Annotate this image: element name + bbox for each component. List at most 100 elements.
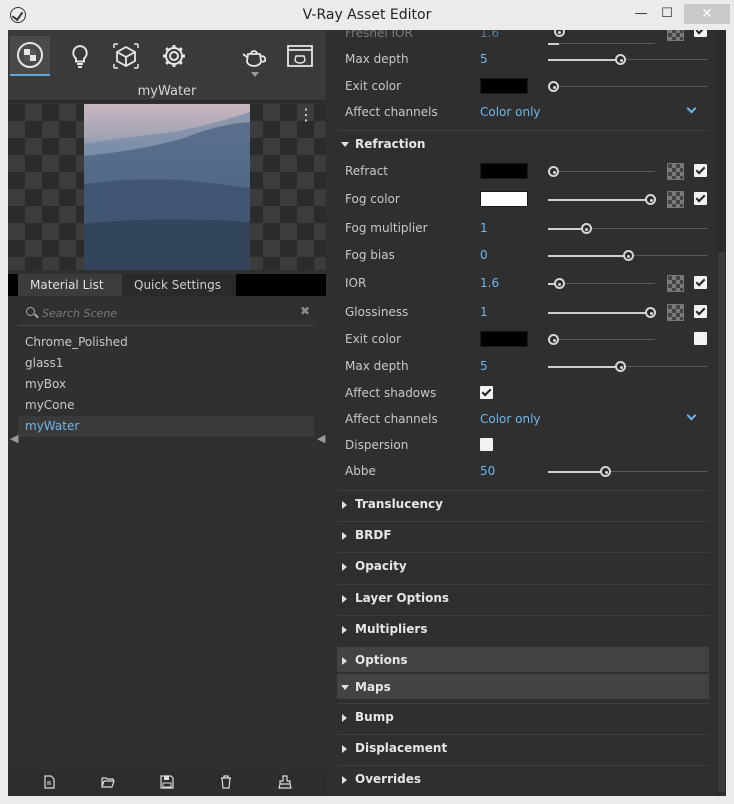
texture-map-icon[interactable] (667, 191, 684, 208)
preview-menu-icon[interactable]: ⋮ (298, 107, 314, 123)
scrollbar[interactable] (717, 30, 726, 796)
texture-map-icon[interactable] (667, 304, 684, 321)
slider-handle[interactable] (580, 223, 592, 234)
property-row-fog-bias: Fog bias 0 (337, 242, 709, 269)
value-field[interactable]: 1 (480, 221, 488, 235)
material-properties-pane: Fresnel IOR 1.6 Max depth 5 Exit color Affect… (326, 30, 726, 796)
frame-buffer-button[interactable] (280, 36, 320, 76)
tab-material-list[interactable]: Material List (18, 274, 122, 296)
slider-track[interactable] (548, 339, 655, 340)
checkbox[interactable] (694, 305, 707, 318)
section-brdf[interactable]: BRDF (337, 521, 709, 548)
list-item[interactable]: glass1 (18, 353, 314, 374)
section-opacity[interactable]: Opacity (337, 552, 709, 579)
list-item[interactable]: myBox (18, 374, 314, 395)
chevron-down-icon[interactable] (686, 410, 697, 421)
value-field[interactable]: 1 (480, 305, 488, 319)
delete-button[interactable] (219, 775, 233, 789)
material-preview-render (84, 104, 250, 270)
slider-track[interactable] (548, 43, 655, 44)
value-field[interactable]: 50 (480, 464, 495, 478)
color-swatch[interactable] (480, 163, 528, 179)
slider-handle[interactable] (548, 166, 559, 177)
new-file-button[interactable] (42, 775, 56, 789)
section-refraction[interactable]: Refraction (337, 130, 709, 157)
section-overrides[interactable]: Overrides (337, 765, 709, 792)
collapse-right-arrow-icon[interactable]: ◀ (317, 432, 325, 445)
lights-tab[interactable] (60, 36, 100, 76)
collapsed-triangle-icon (342, 776, 347, 784)
section-bump[interactable]: Bump (337, 703, 709, 730)
slider-fill (548, 255, 628, 257)
property-row-refract: Refract (337, 158, 709, 185)
slider-handle[interactable] (645, 307, 656, 318)
checkbox[interactable] (694, 276, 707, 289)
geometry-tab[interactable] (106, 36, 146, 76)
settings-icon (163, 45, 185, 67)
render-options-chevron-down-icon[interactable] (251, 72, 259, 77)
section-maps[interactable]: Maps (337, 674, 709, 699)
dropdown-value[interactable]: Color only (480, 105, 541, 119)
slider-handle[interactable] (622, 250, 634, 261)
slider-handle[interactable] (548, 334, 559, 345)
search-bar: ✖ (18, 300, 314, 326)
section-title: Options (355, 653, 408, 667)
property-label: Affect channels (345, 105, 438, 119)
purge-icon (278, 775, 292, 789)
render-button[interactable] (234, 36, 274, 76)
texture-map-icon[interactable] (667, 163, 684, 180)
clear-search-icon[interactable]: ✖ (300, 304, 310, 318)
materials-tab[interactable] (10, 36, 50, 76)
value-field[interactable]: 1.6 (480, 30, 499, 40)
save-button[interactable] (160, 775, 174, 789)
slider-handle[interactable] (615, 361, 627, 372)
scrollbar-thumb[interactable] (718, 252, 725, 792)
color-swatch[interactable] (480, 331, 528, 347)
slider-handle[interactable] (600, 466, 612, 477)
checkbox[interactable] (694, 164, 707, 177)
list-item[interactable]: Chrome_Polished (18, 332, 314, 353)
checkbox[interactable] (480, 438, 493, 451)
slider-handle[interactable] (548, 81, 559, 92)
section-displacement[interactable]: Displacement (337, 734, 709, 761)
open-folder-button[interactable] (101, 775, 115, 789)
slider-handle[interactable] (615, 54, 627, 65)
property-label: Fog color (345, 192, 400, 206)
section-layer-options[interactable]: Layer Options (337, 584, 709, 611)
dropdown-value[interactable]: Color only (480, 412, 541, 426)
checkbox[interactable] (694, 332, 707, 345)
chevron-down-icon[interactable] (686, 103, 697, 114)
property-label: Dispersion (345, 438, 409, 452)
purge-button[interactable] (278, 775, 292, 789)
color-swatch[interactable] (480, 191, 528, 207)
value-field[interactable]: 1.6 (480, 276, 499, 290)
slider-handle[interactable] (645, 194, 656, 205)
section-translucency[interactable]: Translucency (337, 490, 709, 517)
tab-quick-settings[interactable]: Quick Settings (122, 274, 236, 296)
collapsed-triangle-icon (342, 745, 347, 753)
list-item-selected[interactable]: myWater (18, 416, 314, 437)
color-swatch[interactable] (480, 78, 528, 94)
texture-map-icon[interactable] (667, 275, 684, 292)
slider-track[interactable] (548, 171, 655, 172)
minimize-button[interactable]: — (630, 5, 652, 23)
value-field[interactable]: 5 (480, 359, 488, 373)
section-multipliers[interactable]: Multipliers (337, 615, 709, 642)
property-row-max-depth: Max depth 5 (337, 46, 709, 73)
slider-handle[interactable] (553, 30, 565, 37)
close-button[interactable]: ✕ (684, 4, 730, 24)
settings-tab[interactable] (154, 36, 194, 76)
checkbox[interactable] (694, 30, 707, 37)
slider-handle[interactable] (553, 278, 565, 289)
value-field[interactable]: 5 (480, 52, 488, 66)
section-options[interactable]: Options (337, 647, 709, 672)
collapse-left-arrow-icon[interactable]: ◀ (10, 432, 18, 445)
checkbox[interactable] (480, 386, 493, 399)
maximize-button[interactable]: ☐ (656, 5, 678, 23)
value-field[interactable]: 0 (480, 248, 488, 262)
search-input[interactable] (42, 303, 282, 323)
list-item[interactable]: myCone (18, 395, 314, 416)
texture-map-icon[interactable] (667, 30, 684, 41)
checkbox[interactable] (694, 192, 707, 205)
slider-track[interactable] (548, 86, 707, 87)
